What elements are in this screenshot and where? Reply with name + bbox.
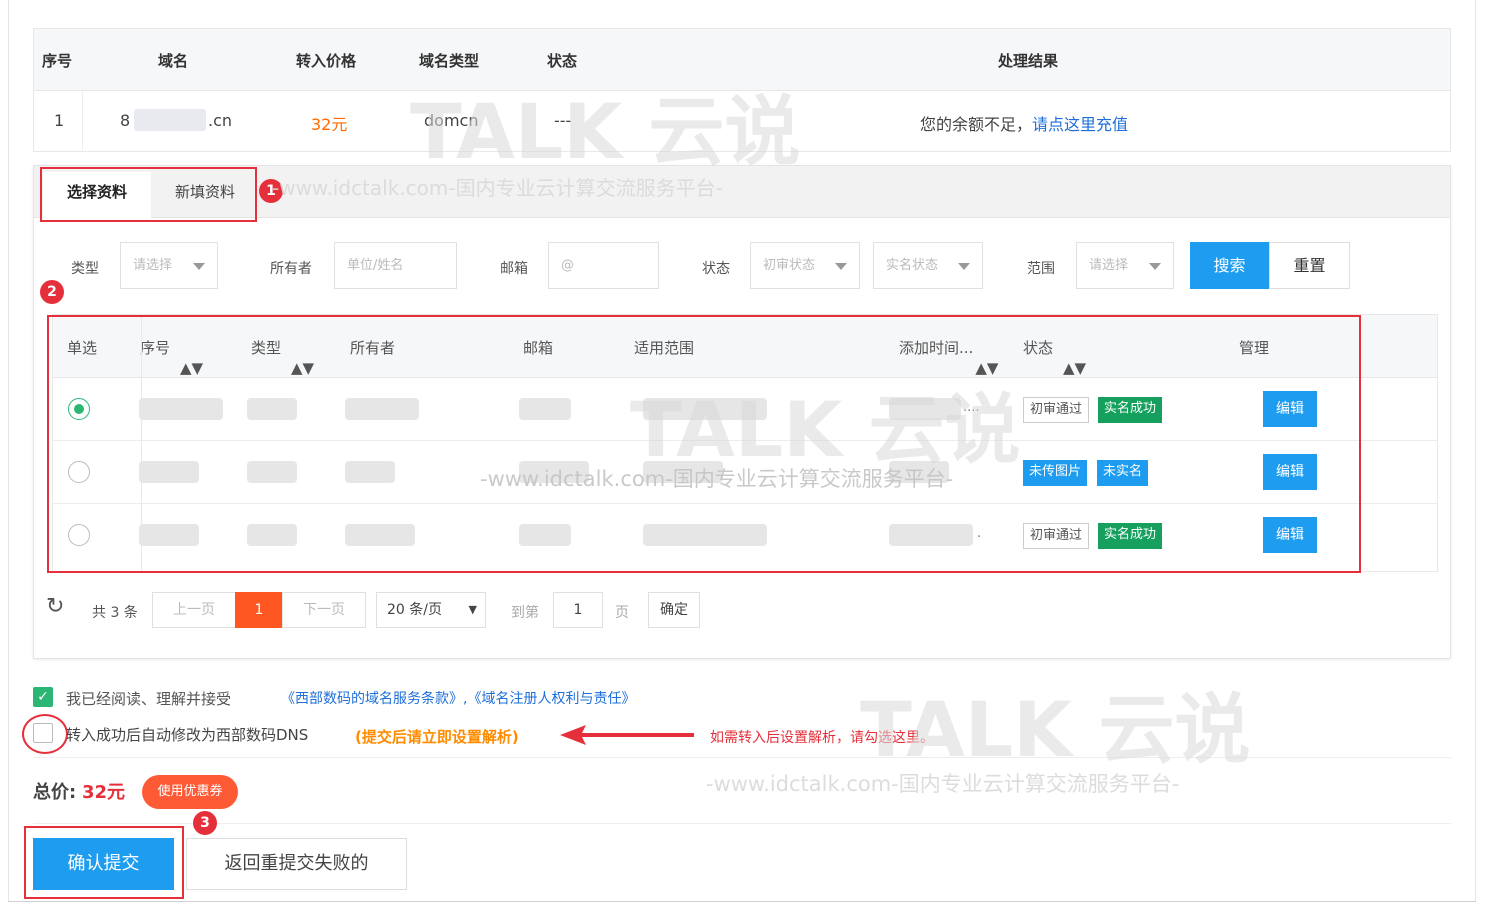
header-domain-type: 域名类型 <box>419 52 480 70</box>
page-unit: 页 <box>615 605 629 621</box>
annotation-box-submit <box>24 826 184 899</box>
current-page[interactable]: 1 <box>235 592 283 628</box>
dns-text: 转入成功后自动修改为西部数码DNS <box>66 726 309 744</box>
watermark-brand: TALK 云说 <box>630 385 1021 474</box>
accept-checkbox[interactable]: ✓ <box>33 687 53 707</box>
goto-page-input[interactable]: 1 <box>553 592 603 628</box>
annotation-arrow-icon <box>560 725 694 745</box>
total-label: 总价: <box>33 782 77 803</box>
watermark-brand: TALK 云说 <box>860 685 1251 774</box>
filter-status-label: 状态 <box>702 261 730 277</box>
filter-email-input[interactable]: @ <box>548 242 659 289</box>
annotation-number-2: 2 <box>40 280 64 304</box>
filter-scope-label: 范围 <box>1027 261 1055 277</box>
header-result: 处理结果 <box>998 52 1059 70</box>
watermark-url: -www.idctalk.com-国内专业云计算交流服务平台- <box>480 467 954 491</box>
filter-owner-label: 所有者 <box>270 261 312 277</box>
chevron-down-icon: ▼ <box>468 603 477 616</box>
header-status: 状态 <box>547 52 578 70</box>
dns-note: (提交后请立即设置解析) <box>355 728 519 746</box>
header-price: 转入价格 <box>296 52 357 70</box>
total-count: 共 3 条 <box>92 605 138 621</box>
row-result: 您的余额不足，请点这里充值 <box>920 115 1129 134</box>
header-domain: 域名 <box>158 52 189 70</box>
watermark-url: -www.idctalk.com-国内专业云计算交流服务平台- <box>706 772 1180 796</box>
next-page-button[interactable]: 下一页 <box>282 592 366 628</box>
reset-button[interactable]: 重置 <box>1269 242 1350 289</box>
chevron-down-icon <box>958 263 970 270</box>
goto-label: 到第 <box>511 605 539 621</box>
row-price: 32元 <box>311 115 348 134</box>
chevron-down-icon <box>193 263 205 270</box>
goto-confirm-button[interactable]: 确定 <box>648 592 700 628</box>
prev-page-button[interactable]: 上一页 <box>152 592 236 628</box>
watermark-brand: TALK 云说 <box>410 87 801 176</box>
blurred-domain <box>134 109 206 131</box>
watermark-url: -www.idctalk.com-国内专业云计算交流服务平台- <box>272 176 723 200</box>
recharge-link[interactable]: 请点这里充值 <box>1032 115 1128 134</box>
filter-review-status-select[interactable]: 初审状态 <box>750 242 860 289</box>
search-button[interactable]: 搜索 <box>1190 242 1269 289</box>
filter-realname-status-select[interactable]: 实名状态 <box>873 242 983 289</box>
filter-scope-select[interactable]: 请选择 <box>1076 242 1174 289</box>
annotation-number-3: 3 <box>193 811 217 835</box>
chevron-down-icon <box>1149 263 1161 270</box>
terms-link[interactable]: 《西部数码的域名服务条款》,《域名注册人权利与责任》 <box>281 688 635 708</box>
row-domain-prefix: 8 <box>120 111 131 130</box>
total-price: 32元 <box>82 782 126 803</box>
chevron-down-icon <box>835 263 847 270</box>
coupon-button[interactable]: 使用优惠券 <box>142 775 238 809</box>
filter-email-label: 邮箱 <box>500 261 528 277</box>
header-index: 序号 <box>42 52 73 70</box>
accept-text: 我已经阅读、理解并接受 <box>66 690 232 708</box>
annotation-box-tabs <box>40 167 257 222</box>
filter-type-label: 类型 <box>71 261 99 277</box>
retry-failed-button[interactable]: 返回重提交失败的 <box>186 838 407 890</box>
per-page-select[interactable]: 20 条/页 ▼ <box>376 592 486 628</box>
row-index: 1 <box>54 111 65 130</box>
row-domain-suffix: .cn <box>208 111 233 130</box>
refresh-icon[interactable]: ↻ <box>46 594 64 619</box>
filter-owner-input[interactable]: 单位/姓名 <box>334 242 457 289</box>
annotation-circle <box>22 714 68 754</box>
filter-type-select[interactable]: 请选择 <box>120 242 218 289</box>
